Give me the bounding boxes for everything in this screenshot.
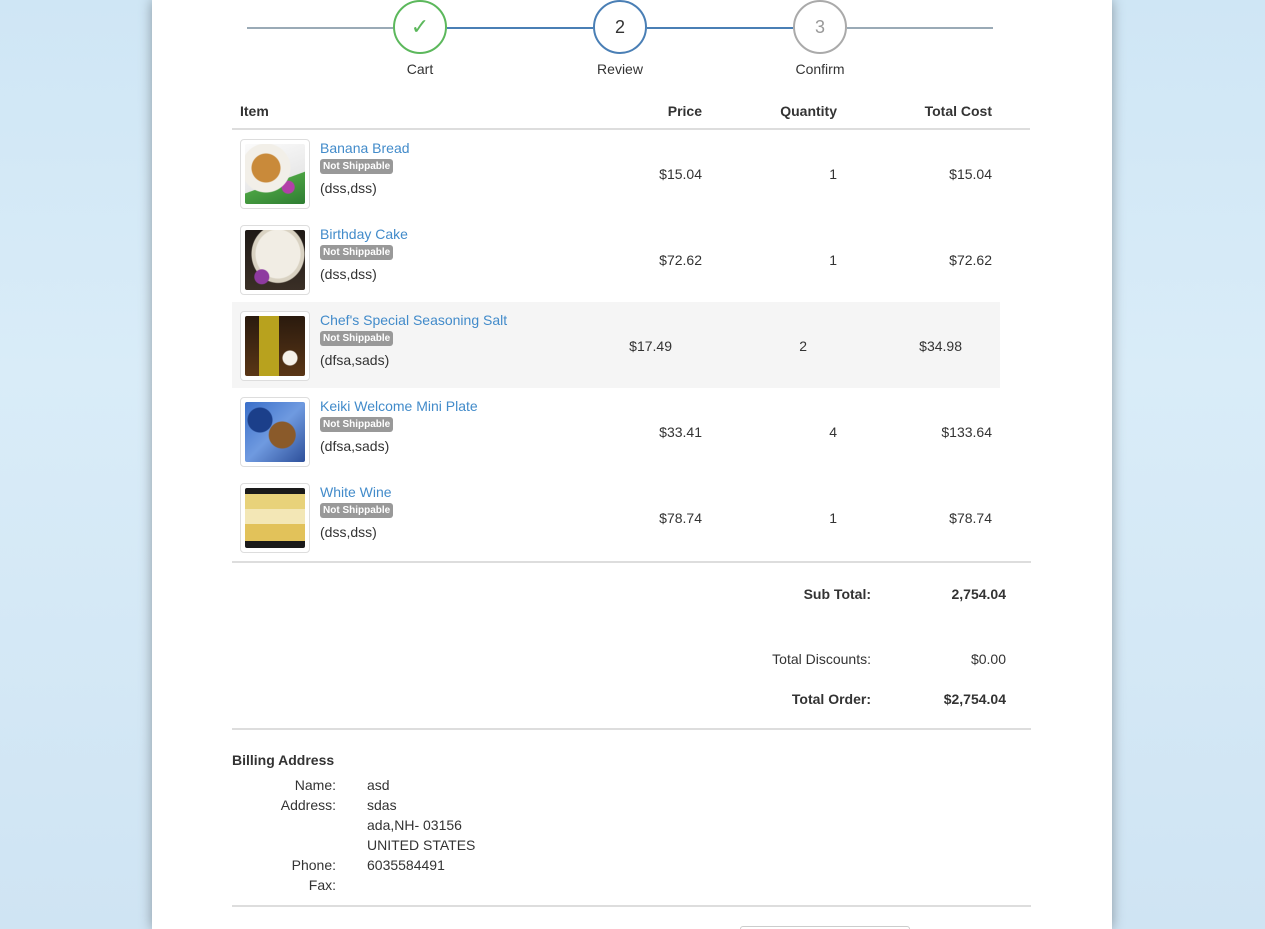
- step-cart[interactable]: ✓ Cart: [370, 0, 470, 77]
- product-variant: (dss,dss): [320, 180, 377, 196]
- table-header: Item Price Quantity Total Cost: [232, 96, 1030, 130]
- step-number: 2: [593, 0, 647, 54]
- mini-plate-image: [245, 402, 305, 462]
- address-line-3: UNITED STATES: [367, 837, 476, 853]
- name-value: asd: [367, 777, 390, 793]
- fax-label: Fax:: [308, 877, 336, 893]
- subtotal-value: 2,754.04: [951, 586, 1007, 602]
- table-row: White Wine Not Shippable (dss,dss) $78.7…: [232, 474, 1030, 560]
- step-label: Confirm: [795, 61, 845, 77]
- quantity-cell: 2: [799, 338, 807, 354]
- total-cell: $34.98: [919, 338, 962, 354]
- not-shippable-badge: Not Shippable: [320, 245, 394, 260]
- product-thumbnail[interactable]: [240, 483, 310, 553]
- discounts-label: Total Discounts:: [772, 651, 871, 667]
- product-variant: (dfsa,sads): [320, 352, 390, 368]
- header-item: Item: [240, 103, 269, 119]
- product-link[interactable]: White Wine: [320, 484, 392, 500]
- not-shippable-badge: Not Shippable: [320, 331, 394, 346]
- total-cell: $15.04: [949, 166, 992, 182]
- not-shippable-badge: Not Shippable: [320, 503, 394, 518]
- product-thumbnail[interactable]: [240, 311, 310, 381]
- product-link[interactable]: Banana Bread: [320, 140, 410, 156]
- address-label: Address:: [280, 797, 336, 813]
- white-wine-image: [245, 488, 305, 548]
- birthday-cake-image: [245, 230, 305, 290]
- phone-value: 6035584491: [367, 857, 445, 873]
- product-variant: (dfsa,sads): [320, 438, 390, 454]
- not-shippable-badge: Not Shippable: [320, 159, 394, 174]
- table-row: Banana Bread Not Shippable (dss,dss) $15…: [232, 130, 1030, 216]
- quantity-cell: 1: [829, 166, 837, 182]
- quantity-cell: 1: [829, 510, 837, 526]
- price-cell: $33.41: [659, 424, 702, 440]
- name-label: Name:: [294, 777, 336, 793]
- step-label: Cart: [406, 61, 434, 77]
- discounts-value: $0.00: [970, 651, 1006, 667]
- header-total: Total Cost: [924, 103, 992, 119]
- quantity-cell: 1: [829, 252, 837, 268]
- check-icon: ✓: [393, 0, 447, 54]
- not-shippable-badge: Not Shippable: [320, 417, 394, 432]
- divider: [232, 905, 1031, 907]
- product-variant: (dss,dss): [320, 266, 377, 282]
- product-link[interactable]: Chef's Special Seasoning Salt: [320, 312, 507, 328]
- quantity-cell: 4: [829, 424, 837, 440]
- divider: [232, 561, 1031, 563]
- product-thumbnail[interactable]: [240, 225, 310, 295]
- price-cell: $15.04: [659, 166, 702, 182]
- billing-address: Billing Address Name: asd Address: sdas …: [232, 752, 475, 893]
- step-label: Review: [597, 61, 643, 77]
- product-link[interactable]: Birthday Cake: [320, 226, 408, 242]
- billing-title: Billing Address: [232, 752, 335, 768]
- total-order-label: Total Order:: [791, 691, 871, 707]
- banana-bread-image: [245, 144, 305, 204]
- seasoning-salt-image: [245, 316, 305, 376]
- step-confirm: 3 Confirm: [770, 0, 870, 77]
- header-price: Price: [667, 103, 702, 119]
- product-thumbnail[interactable]: [240, 397, 310, 467]
- header-quantity: Quantity: [780, 103, 837, 119]
- price-cell: $78.74: [659, 510, 702, 526]
- subtotal-label: Sub Total:: [803, 586, 871, 602]
- step-number: 3: [793, 0, 847, 54]
- total-cell: $133.64: [941, 424, 992, 440]
- table-row: Birthday Cake Not Shippable (dss,dss) $7…: [232, 216, 1030, 302]
- total-order-value: $2,754.04: [943, 691, 1006, 707]
- table-row: Keiki Welcome Mini Plate Not Shippable (…: [232, 388, 1030, 474]
- phone-label: Phone:: [291, 857, 336, 873]
- divider: [232, 728, 1031, 730]
- cart-table: Item Price Quantity Total Cost Banana Br…: [232, 96, 1030, 560]
- total-cell: $78.74: [949, 510, 992, 526]
- checkout-stepper: ✓ Cart 2 Review 3 Confirm: [247, 0, 993, 80]
- table-row: Chef's Special Seasoning Salt Not Shippa…: [232, 302, 1000, 388]
- checkout-page: ✓ Cart 2 Review 3 Confirm Item Price Qua…: [152, 0, 1112, 929]
- price-cell: $72.62: [659, 252, 702, 268]
- price-cell: $17.49: [629, 338, 672, 354]
- address-line-2: ada,NH- 03156: [367, 817, 462, 833]
- step-review: 2 Review: [570, 0, 670, 77]
- address-line-1: sdas: [367, 797, 397, 813]
- total-cell: $72.62: [949, 252, 992, 268]
- product-thumbnail[interactable]: [240, 139, 310, 209]
- product-link[interactable]: Keiki Welcome Mini Plate: [320, 398, 478, 414]
- product-variant: (dss,dss): [320, 524, 377, 540]
